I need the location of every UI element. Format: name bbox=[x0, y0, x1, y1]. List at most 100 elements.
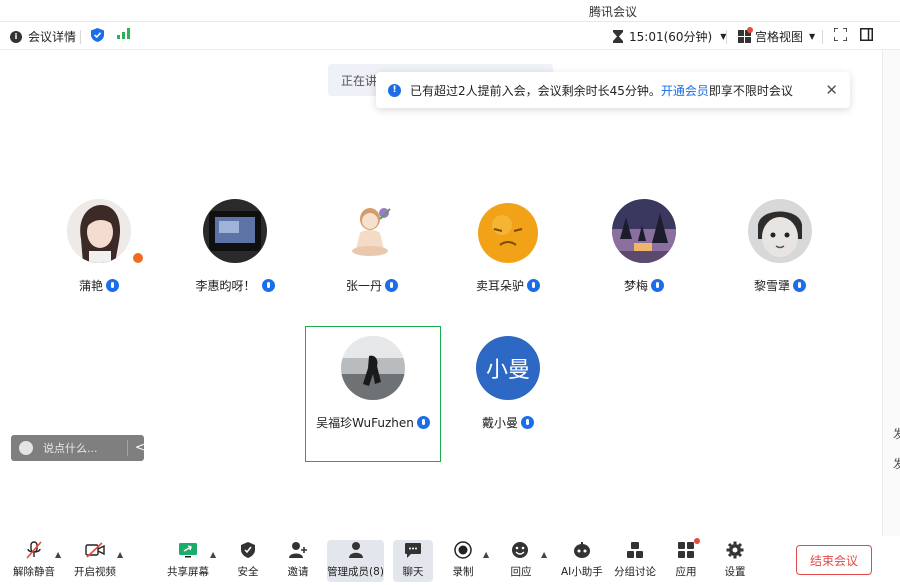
participant-name-row: 黎雪犟 bbox=[710, 277, 850, 294]
hourglass-icon bbox=[613, 30, 623, 43]
participant-name: 戴小曼 bbox=[481, 416, 518, 430]
participant-tile[interactable]: 小曼 戴小曼 bbox=[438, 336, 578, 431]
host-badge-icon bbox=[131, 251, 145, 265]
ai-assistant-icon bbox=[571, 540, 593, 560]
meeting-details-button[interactable]: i 会议详情 bbox=[10, 28, 76, 45]
invite-button[interactable]: 邀请 bbox=[287, 540, 309, 582]
participant-name: 卖耳朵驴 bbox=[475, 279, 524, 293]
view-mode-label: 宫格视图 bbox=[755, 30, 804, 44]
side-panel-text: 发 bbox=[893, 427, 900, 441]
participant-tile[interactable]: 吴福珍WuFuzhen bbox=[303, 336, 443, 431]
meeting-details-label: 会议详情 bbox=[28, 30, 77, 44]
avatar bbox=[341, 336, 405, 400]
chat-placeholder: 说点什么... bbox=[43, 442, 98, 455]
mic-icon bbox=[261, 279, 275, 292]
alert-icon: ! bbox=[388, 83, 401, 97]
participant-name: 张一丹 bbox=[345, 279, 382, 293]
unmute-button[interactable]: 解除静音 bbox=[13, 540, 55, 582]
participant-name-row: 梦梅 bbox=[574, 277, 714, 294]
chat-bubble-icon bbox=[402, 540, 424, 560]
chevron-up-icon[interactable]: ▲ bbox=[483, 550, 489, 559]
emoji-icon[interactable] bbox=[19, 441, 33, 455]
participant-tile[interactable]: 黎雪犟 bbox=[710, 199, 850, 294]
breakout-button[interactable]: 分组讨论 bbox=[614, 540, 656, 582]
divider bbox=[726, 30, 727, 44]
meeting-window: 腾讯会议 i 会议详情 15:01(60分钟) ▼ 宫格视图 ▼ 发 发 正在讲… bbox=[0, 0, 900, 585]
breakout-rooms-icon bbox=[624, 540, 646, 560]
add-user-icon bbox=[287, 540, 309, 560]
share-screen-icon bbox=[177, 540, 199, 560]
manage-members-button[interactable]: 管理成员(8) bbox=[327, 540, 384, 582]
participant-tile[interactable]: 张一丹 bbox=[302, 199, 442, 294]
fullscreen-icon[interactable] bbox=[834, 28, 847, 41]
close-icon[interactable]: ✕ bbox=[825, 81, 838, 99]
mic-icon bbox=[793, 279, 806, 292]
title-bar: 腾讯会议 bbox=[0, 0, 900, 22]
side-panel-edge: 发 发 bbox=[882, 50, 900, 585]
avatar: 小曼 bbox=[476, 336, 540, 400]
ai-assistant-label: AI小助手 bbox=[561, 566, 603, 578]
chevron-up-icon[interactable]: ▲ bbox=[117, 550, 123, 559]
quick-chat-input[interactable]: 说点什么... < bbox=[11, 435, 145, 461]
mic-icon bbox=[527, 279, 540, 292]
avatar-initials: 小曼 bbox=[485, 358, 530, 383]
window-title: 腾讯会议 bbox=[589, 5, 638, 19]
apps-button[interactable]: 应用 bbox=[675, 538, 700, 582]
network-signal-icon[interactable] bbox=[117, 28, 130, 39]
sidebar-toggle-icon[interactable] bbox=[860, 28, 873, 41]
timer-button[interactable]: 15:01(60分钟) ▼ bbox=[613, 28, 726, 45]
reaction-label: 回应 bbox=[510, 566, 532, 578]
start-video-button[interactable]: 开启视频 bbox=[74, 540, 116, 582]
manage-members-label: 管理成员(8) bbox=[327, 566, 384, 578]
share-screen-button[interactable]: 共享屏幕 bbox=[167, 540, 209, 582]
chat-button[interactable]: 聊天 bbox=[393, 540, 433, 582]
security-button[interactable]: 安全 bbox=[237, 540, 259, 582]
mic-muted-icon bbox=[23, 540, 45, 560]
participant-tile[interactable]: 蒲艳 bbox=[29, 199, 169, 294]
participant-tile[interactable]: 卖耳朵驴 bbox=[438, 199, 578, 294]
record-button[interactable]: 录制 bbox=[452, 540, 474, 582]
reaction-button[interactable]: 回应 bbox=[510, 540, 532, 582]
mic-icon bbox=[651, 279, 664, 292]
record-icon bbox=[452, 540, 474, 560]
chevron-left-icon[interactable]: < bbox=[135, 440, 145, 454]
chevron-up-icon[interactable]: ▲ bbox=[55, 550, 61, 559]
participant-name-row: 张一丹 bbox=[302, 277, 442, 294]
notice-text: 已有超过2人提前入会，会议剩余时长45分钟。 bbox=[410, 83, 661, 98]
chevron-up-icon[interactable]: ▲ bbox=[541, 550, 547, 559]
upgrade-member-link[interactable]: 开通会员 bbox=[661, 82, 709, 99]
apps-label: 应用 bbox=[675, 566, 697, 578]
participant-name: 李惠昀呀！ bbox=[195, 279, 256, 293]
avatar bbox=[612, 199, 676, 263]
notice-tail: 即享不限时会议 bbox=[708, 83, 793, 98]
reaction-icon bbox=[510, 540, 532, 560]
participant-name: 吴福珍WuFuzhen bbox=[316, 416, 414, 430]
settings-button[interactable]: 设置 bbox=[724, 540, 746, 582]
mic-icon bbox=[416, 416, 430, 429]
mic-icon bbox=[385, 279, 398, 292]
participant-name-row: 戴小曼 bbox=[438, 414, 578, 431]
participant-tile[interactable]: 李惠昀呀！ bbox=[165, 199, 305, 294]
ai-assistant-button[interactable]: AI小助手 bbox=[561, 540, 603, 582]
unmute-label: 解除静音 bbox=[13, 566, 55, 578]
participant-tile[interactable]: 梦梅 bbox=[574, 199, 714, 294]
grid-view-icon bbox=[738, 27, 753, 43]
share-screen-label: 共享屏幕 bbox=[167, 566, 209, 578]
avatar bbox=[476, 199, 540, 263]
view-mode-button[interactable]: 宫格视图 ▼ bbox=[738, 27, 815, 45]
mic-icon bbox=[106, 279, 119, 292]
timer-label: 15:01(60分钟) bbox=[629, 30, 713, 44]
divider bbox=[127, 440, 128, 456]
start-video-label: 开启视频 bbox=[74, 566, 116, 578]
avatar bbox=[340, 199, 404, 263]
participant-name: 黎雪犟 bbox=[753, 279, 790, 293]
end-meeting-button[interactable]: 结束会议 bbox=[796, 545, 872, 575]
security-shield-icon[interactable] bbox=[91, 28, 104, 42]
avatar bbox=[203, 199, 267, 263]
bottom-toolbar: 解除静音 ▲ 开启视频 ▲ 共享屏幕 ▲ 安全 邀请 管理成员(8) 聊天 录制… bbox=[0, 536, 900, 585]
camera-off-icon bbox=[84, 540, 106, 560]
chat-label: 聊天 bbox=[402, 566, 424, 578]
chevron-up-icon[interactable]: ▲ bbox=[210, 550, 216, 559]
participant-name-row: 吴福珍WuFuzhen bbox=[303, 414, 443, 431]
participant-name: 蒲艳 bbox=[78, 279, 103, 293]
